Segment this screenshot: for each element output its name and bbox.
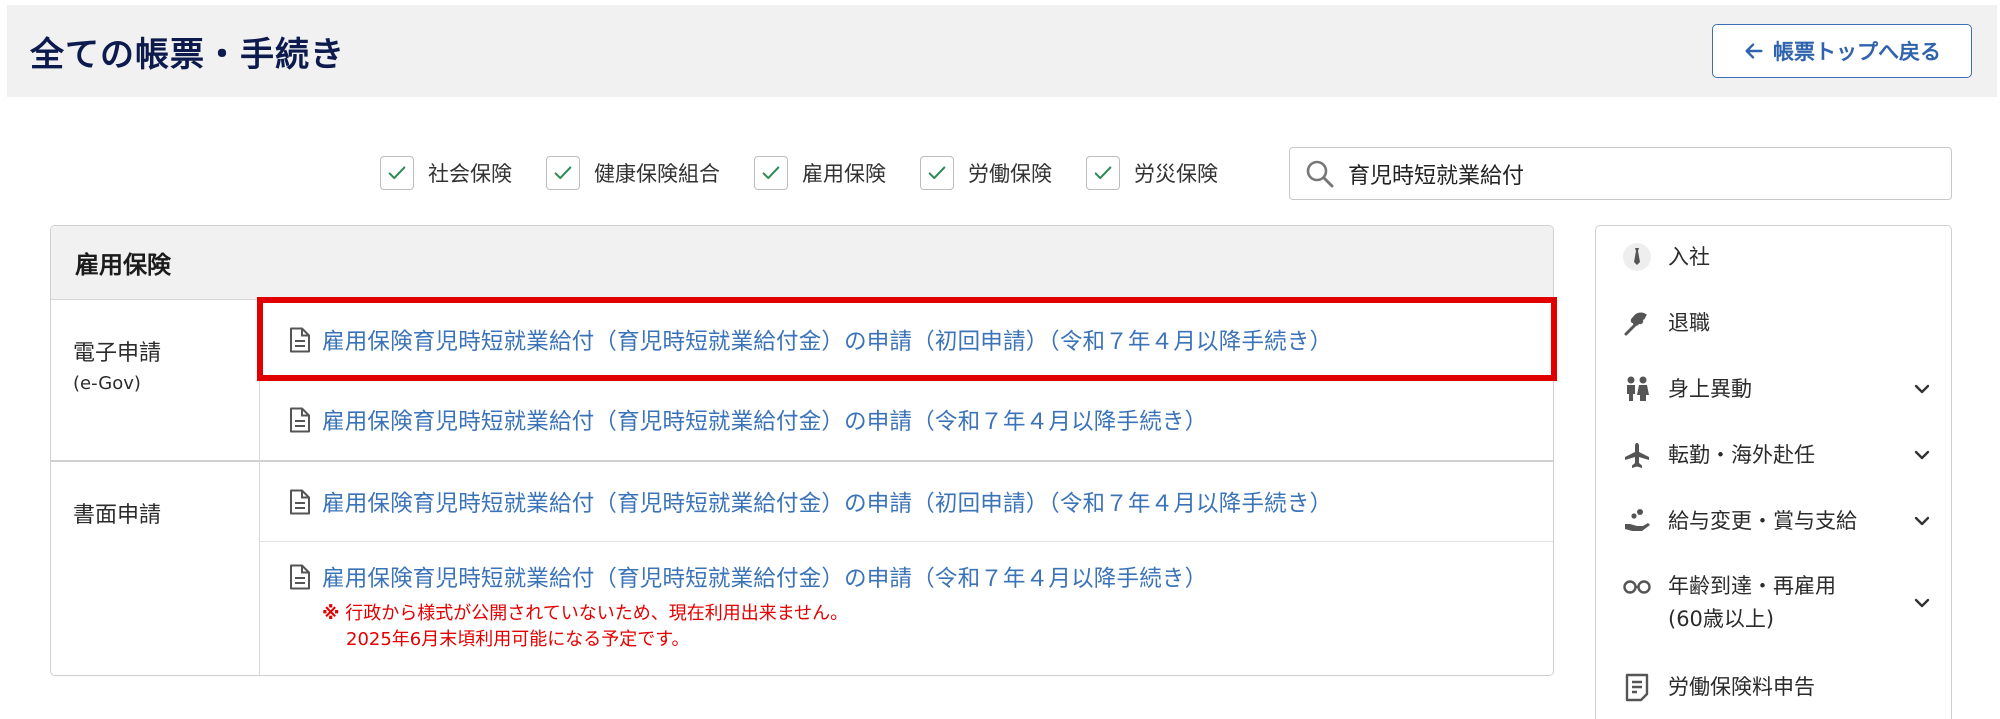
arrow-left-icon (1745, 43, 1763, 59)
category-sidebar: 入社 退職 身上異動 転勤・海外赴任 給与変更・賞与支給 年齢到達・再雇用 (6… (1595, 225, 1952, 719)
note-mark: ※ (322, 603, 340, 624)
document-list-icon (1620, 670, 1654, 704)
search-input[interactable]: 育児時短就業給付 (1289, 147, 1952, 200)
document-icon (290, 407, 310, 433)
sidebar-item-shinjo-ido[interactable]: 身上異動 (1620, 372, 1933, 406)
necktie-icon (1620, 240, 1654, 274)
back-button-label: 帳票トップへ戻る (1773, 40, 1941, 64)
form-link[interactable]: 雇用保険育児時短就業給付（育児時短就業給付金）の申請（初回申請）（令和７年４月以… (260, 300, 1553, 380)
category-filters: 社会保険 健康保険組合 雇用保険 労働保険 労災保険 (380, 147, 1252, 199)
check-icon (762, 166, 780, 180)
checkbox[interactable] (754, 156, 788, 190)
checkbox[interactable] (546, 156, 580, 190)
check-icon (928, 166, 946, 180)
sidebar-item-label: 退職 (1668, 310, 1710, 335)
group-links: 雇用保険育児時短就業給付（育児時短就業給付金）の申請（初回申請）（令和７年４月以… (260, 300, 1553, 460)
unavailable-note: ※ 行政から様式が公開されていないため、現在利用出来ません。 2025年6月末頃… (322, 601, 848, 653)
sidebar-item-label: 労働保険料申告 (1668, 674, 1815, 699)
note-line-1: 行政から様式が公開されていないため、現在利用出来ません。 (345, 603, 849, 624)
group-label-main: 書面申請 (73, 503, 162, 528)
page-header: 全ての帳票・手続き 帳票トップへ戻る (7, 5, 1997, 97)
filter-rosai-hoken[interactable]: 労災保険 (1086, 156, 1218, 190)
form-link[interactable]: 雇用保険育児時短就業給付（育児時短就業給付金）の申請（令和７年４月以降手続き） … (260, 542, 1553, 675)
chevron-down-icon[interactable] (1911, 592, 1933, 614)
form-link-text[interactable]: 雇用保険育児時短就業給付（育児時短就業給付金）の申請（令和７年４月以降手続き） (322, 404, 1207, 436)
sidebar-item-tenkin[interactable]: 転勤・海外赴任 (1620, 438, 1933, 472)
group-label-sub: (e-Gov) (73, 373, 141, 394)
note-line-2: 2025年6月末頃利用可能になる予定です。 (346, 629, 690, 650)
couple-icon (1620, 372, 1654, 406)
bouquet-icon (1620, 306, 1654, 340)
group-label: 電子申請 (e-Gov) (51, 300, 260, 460)
filter-label: 労働保険 (968, 162, 1052, 186)
filter-label: 社会保険 (428, 162, 512, 186)
sidebar-item-nenrei-totatsu[interactable]: 年齢到達・再雇用 (60歳以上) (1620, 570, 1933, 636)
sidebar-item-label: 年齢到達・再雇用 (60歳以上) (1668, 570, 1911, 636)
filter-label: 雇用保険 (802, 162, 886, 186)
checkbox[interactable] (1086, 156, 1120, 190)
form-link-text[interactable]: 雇用保険育児時短就業給付（育児時短就業給付金）の申請（初回申請）（令和７年４月以… (322, 324, 1332, 356)
check-icon (1094, 166, 1112, 180)
sidebar-item-label: 転勤・海外赴任 (1668, 442, 1815, 467)
form-link-line[interactable]: 雇用保険育児時短就業給付（育児時短就業給付金）の申請（令和７年４月以降手続き） (288, 561, 1207, 593)
back-to-forms-top-button[interactable]: 帳票トップへ戻る (1712, 24, 1972, 78)
document-icon (290, 489, 310, 514)
group-label-main: 電子申請 (73, 341, 162, 366)
filter-label: 健康保険組合 (594, 162, 720, 186)
check-icon (388, 166, 406, 180)
sidebar-item-nyusha[interactable]: 入社 (1620, 240, 1933, 274)
sidebar-item-label-line-2: (60歳以上) (1668, 607, 1775, 631)
filter-label: 労災保険 (1134, 162, 1218, 186)
sidebar-item-taishoku[interactable]: 退職 (1620, 306, 1933, 340)
sidebar-item-label: 入社 (1668, 244, 1710, 269)
filter-shakai-hoken[interactable]: 社会保険 (380, 156, 512, 190)
filter-koyo-hoken[interactable]: 雇用保険 (754, 156, 886, 190)
filter-rodo-hoken[interactable]: 労働保険 (920, 156, 1052, 190)
sidebar-item-label-line-1: 年齢到達・再雇用 (1668, 574, 1836, 598)
coin-hand-icon (1620, 504, 1654, 538)
form-link-text[interactable]: 雇用保険育児時短就業給付（育児時短就業給付金）の申請（令和７年４月以降手続き） (322, 561, 1207, 593)
chevron-down-icon[interactable] (1911, 378, 1933, 400)
sidebar-item-kyuyo-henko[interactable]: 給与変更・賞与支給 (1620, 504, 1933, 538)
glasses-icon (1620, 570, 1654, 604)
page-title: 全ての帳票・手続き (30, 34, 345, 75)
search-value[interactable]: 育児時短就業給付 (1348, 158, 1524, 190)
group-label: 書面申請 (51, 462, 260, 675)
chevron-down-icon[interactable] (1911, 510, 1933, 532)
chevron-down-icon[interactable] (1911, 444, 1933, 466)
forms-panel: 雇用保険 電子申請 (e-Gov) 雇用保険育児時短就業給付（育児時短就業給付金… (50, 225, 1554, 676)
checkbox[interactable] (380, 156, 414, 190)
sidebar-item-rodo-hokenryo[interactable]: 労働保険料申告 (1620, 670, 1933, 704)
form-link[interactable]: 雇用保険育児時短就業給付（育児時短就業給付金）の申請（初回申請）（令和７年４月以… (260, 462, 1553, 542)
check-icon (554, 166, 572, 180)
search-icon (1306, 160, 1334, 187)
filter-kenko-hoken-kumiai[interactable]: 健康保険組合 (546, 156, 720, 190)
checkbox[interactable] (920, 156, 954, 190)
airplane-icon (1620, 438, 1654, 472)
section-title: 雇用保険 (51, 226, 1553, 300)
group-electronic: 電子申請 (e-Gov) 雇用保険育児時短就業給付（育児時短就業給付金）の申請（… (51, 300, 1553, 462)
sidebar-item-label: 身上異動 (1668, 376, 1752, 401)
document-icon (290, 327, 310, 352)
sidebar-item-label: 給与変更・賞与支給 (1668, 508, 1857, 533)
group-paper: 書面申請 雇用保険育児時短就業給付（育児時短就業給付金）の申請（初回申請）（令和… (51, 462, 1553, 675)
document-icon (290, 564, 310, 590)
form-link[interactable]: 雇用保険育児時短就業給付（育児時短就業給付金）の申請（令和７年４月以降手続き） (260, 380, 1553, 460)
form-link-text[interactable]: 雇用保険育児時短就業給付（育児時短就業給付金）の申請（初回申請）（令和７年４月以… (322, 486, 1332, 518)
group-links: 雇用保険育児時短就業給付（育児時短就業給付金）の申請（初回申請）（令和７年４月以… (260, 462, 1553, 675)
